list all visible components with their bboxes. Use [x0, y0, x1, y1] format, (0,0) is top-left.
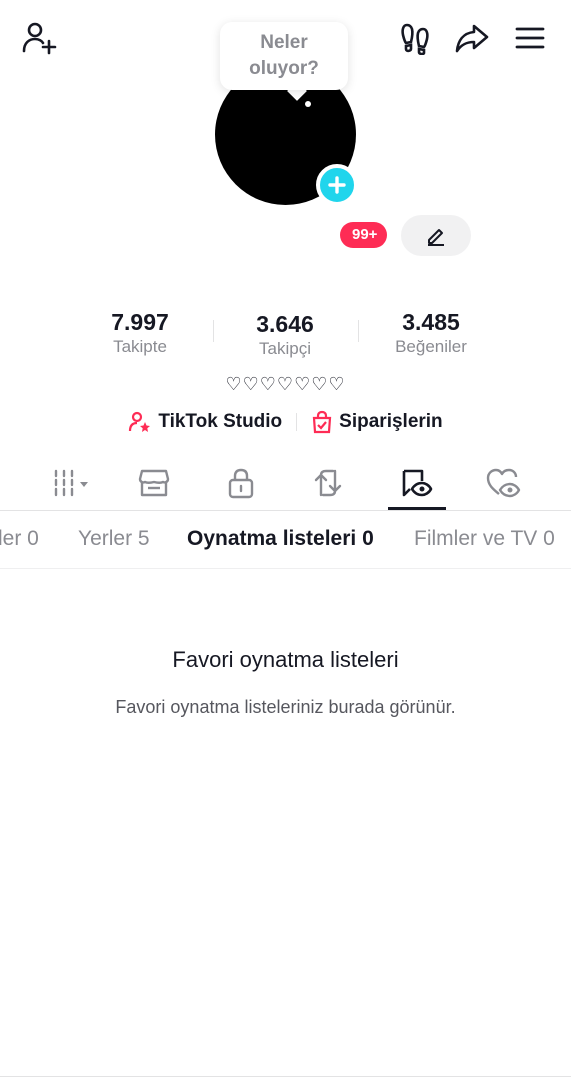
tiktok-studio-link[interactable]: TikTok Studio — [128, 411, 282, 433]
subtab-places[interactable]: Yerler 5 — [78, 527, 150, 551]
grid-icon — [54, 469, 88, 497]
orders-link[interactable]: Siparişlerin — [311, 410, 443, 434]
stat-label: Beğeniler — [395, 337, 467, 356]
heart-eye-icon — [486, 468, 521, 498]
plus-icon — [328, 176, 346, 194]
bottom-divider — [0, 1076, 571, 1077]
profile-links: TikTok Studio Siparişlerin — [0, 410, 571, 434]
pencil-icon — [428, 228, 444, 246]
bubble-line-1: Neler — [260, 32, 308, 53]
stat-divider — [213, 320, 214, 342]
stat-likes[interactable]: 3.485 Beğeniler — [366, 308, 496, 358]
link-divider — [296, 413, 298, 431]
orders-label: Siparişlerin — [339, 411, 443, 432]
stat-label: Takipte — [113, 337, 167, 356]
status-bubble[interactable]: Neler oluyor? — [220, 22, 348, 90]
tab-favorites[interactable] — [386, 458, 446, 508]
repost-icon — [314, 469, 342, 497]
subtab-playlists[interactable]: Oynatma listeleri 0 — [187, 527, 374, 551]
tab-liked[interactable] — [473, 458, 533, 508]
bio: ♡♡♡♡♡♡♡ — [225, 374, 346, 394]
subtab-partial[interactable]: ler 0 — [0, 527, 39, 551]
bubble-line-2: oluyor? — [249, 58, 319, 79]
tab-shop[interactable] — [124, 458, 184, 508]
tab-reposts[interactable] — [298, 458, 358, 508]
tabs-divider — [0, 510, 571, 511]
favorites-subtabs: ler 0 Yerler 5 Oynatma listeleri 0 Filml… — [0, 527, 571, 555]
stat-value: 3.485 — [402, 309, 460, 335]
tiktok-studio-label: TikTok Studio — [158, 411, 283, 432]
lock-icon — [228, 468, 254, 499]
stat-divider — [358, 320, 359, 342]
hamburger-menu-icon[interactable] — [512, 20, 548, 56]
tab-videos-grid[interactable] — [42, 458, 102, 508]
footprints-icon[interactable] — [396, 18, 434, 58]
profile-tabs — [0, 458, 571, 510]
share-arrow-icon[interactable] — [452, 18, 492, 58]
stat-followers[interactable]: 3.646 Takipçi — [220, 310, 350, 360]
storefront-icon — [138, 469, 170, 497]
add-friend-icon[interactable] — [18, 18, 62, 58]
empty-state-title: Favori oynatma listeleri — [172, 647, 399, 672]
add-avatar-button[interactable] — [316, 164, 358, 206]
shopping-bag-icon — [312, 410, 332, 434]
stat-value: 7.997 — [111, 309, 169, 335]
avatar-dot — [305, 101, 311, 107]
stat-value: 3.646 — [256, 311, 314, 337]
subtabs-divider — [0, 568, 571, 569]
notification-badge[interactable]: 99+ — [340, 222, 388, 248]
edit-profile-button[interactable] — [401, 215, 471, 256]
bookmark-eye-icon — [402, 469, 433, 497]
empty-state-subtitle: Favori oynatma listeleriniz burada görün… — [115, 697, 456, 717]
tab-private[interactable] — [211, 458, 271, 508]
stat-following[interactable]: 7.997 Takipte — [75, 308, 205, 358]
stat-label: Takipçi — [259, 339, 311, 358]
subtab-movies-tv[interactable]: Filmler ve TV 0 — [414, 527, 555, 551]
person-star-icon — [129, 411, 151, 432]
